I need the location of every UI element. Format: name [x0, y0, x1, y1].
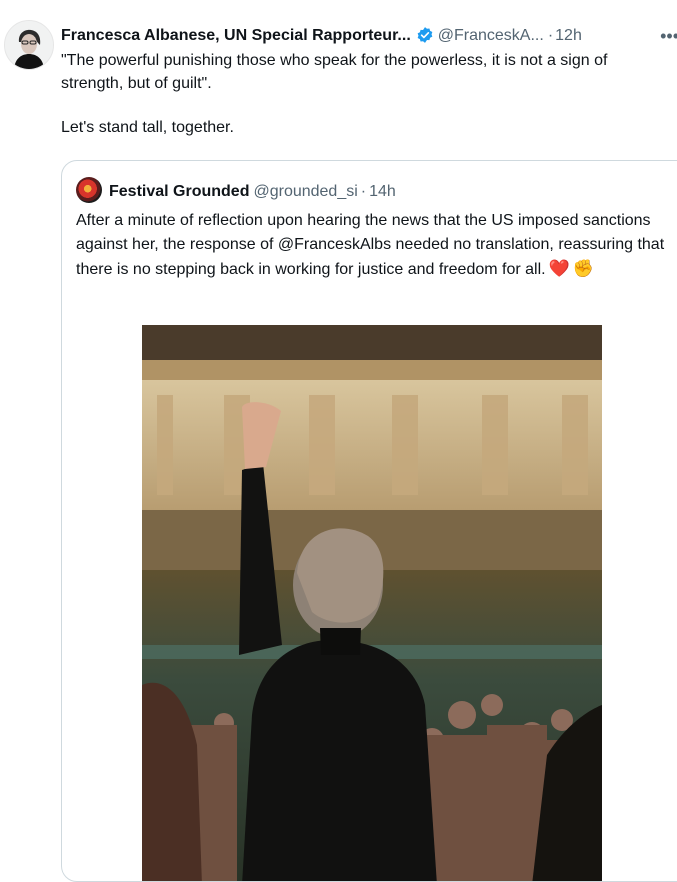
tweet-text-line: Let's stand tall, together. [61, 119, 234, 136]
tweet-text-line: "The powerful punishing those who speak … [61, 52, 608, 92]
quote-header: Festival Grounded @grounded_si · 14h [76, 177, 396, 203]
quote-author-handle[interactable]: @grounded_si [253, 183, 357, 200]
quote-time[interactable]: 14h [369, 183, 396, 200]
heart-emoji: ❤️ [548, 259, 570, 278]
more-icon[interactable]: ••• [660, 24, 677, 48]
author-name[interactable]: Francesca Albanese, UN Special Rapporteu… [61, 27, 411, 44]
quote-author-name[interactable]: Festival Grounded [109, 183, 249, 200]
separator: · [547, 27, 554, 44]
author-avatar[interactable] [4, 20, 54, 70]
author-handle[interactable]: @FranceskA... [438, 27, 544, 44]
quoted-tweet[interactable]: Festival Grounded @grounded_si · 14h After … [61, 160, 677, 882]
raised-fist-emoji: ✊ [572, 259, 594, 278]
separator: · [360, 183, 367, 200]
tweet-header: Francesca Albanese, UN Special Rapporteu… [61, 24, 677, 48]
quote-avatar[interactable] [76, 177, 102, 203]
quote-text: After a minute of reflection upon hearin… [76, 209, 676, 282]
tweet-text: "The powerful punishing those who speak … [61, 49, 673, 139]
quoted-media-photo[interactable] [142, 325, 602, 881]
tweet-time[interactable]: 12h [555, 27, 582, 44]
